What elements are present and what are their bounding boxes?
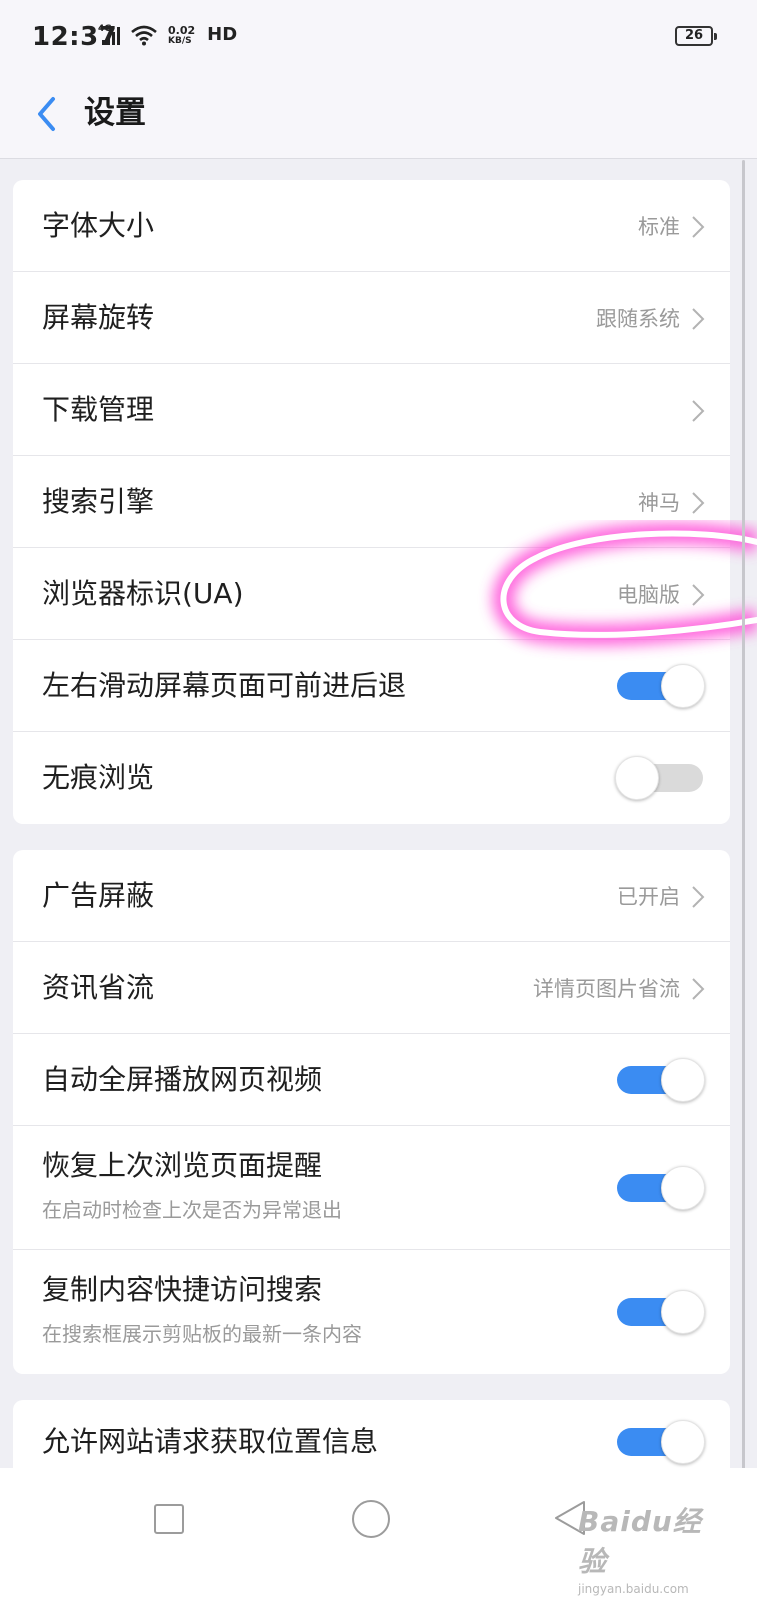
chevron-right-icon (692, 886, 705, 908)
toggle-knob (661, 1420, 705, 1464)
chevron-left-icon (38, 97, 55, 131)
chevron-right-icon (692, 492, 705, 514)
setting-row-clipboard-quick-search: 复制内容快捷访问搜索 在搜索框展示剪贴板的最新一条内容 (13, 1250, 730, 1374)
setting-description: 在启动时检查上次是否为异常退出 (42, 1198, 342, 1222)
location-permission-toggle[interactable] (615, 1420, 705, 1464)
recent-apps-button[interactable] (154, 1504, 184, 1534)
restore-session-toggle[interactable] (615, 1166, 705, 1210)
swipe-navigation-toggle[interactable] (615, 664, 705, 708)
toggle-knob (661, 1166, 705, 1210)
clipboard-search-toggle[interactable] (615, 1290, 705, 1334)
setting-row-download-manager[interactable]: 下载管理 (13, 364, 730, 456)
toggle-knob (661, 664, 705, 708)
setting-label: 复制内容快捷访问搜索 (42, 1273, 323, 1306)
chevron-right-icon (692, 308, 705, 330)
wifi-icon (131, 25, 157, 46)
setting-row-search-engine[interactable]: 搜索引擎 神马 (13, 456, 730, 548)
baidu-jingyan-watermark: Baidu经验 jingyan.baidu.com (578, 1500, 728, 1596)
watermark-brand: Baidu经验 (578, 1505, 702, 1578)
home-button[interactable] (352, 1500, 390, 1538)
setting-row-incognito: 无痕浏览 (13, 732, 730, 824)
setting-description: 在搜索框展示剪贴板的最新一条内容 (42, 1322, 362, 1346)
setting-label: 无痕浏览 (42, 761, 155, 794)
status-bar: 12:37 4G 0.02 KB/S HD 26 (0, 0, 757, 78)
incognito-toggle[interactable] (615, 756, 705, 800)
network-speed: 0.02 KB/S (168, 24, 196, 46)
hd-badge: HD (207, 24, 238, 45)
watermark-url: jingyan.baidu.com (578, 1582, 689, 1596)
setting-label: 浏览器标识(UA) (42, 577, 244, 610)
toggle-knob (661, 1290, 705, 1334)
setting-value: 神马 (638, 491, 680, 515)
setting-label: 屏幕旋转 (42, 301, 155, 334)
setting-value: 电脑版 (617, 583, 680, 607)
setting-value: 跟随系统 (596, 307, 680, 331)
setting-label: 左右滑动屏幕页面可前进后退 (42, 669, 407, 702)
scrollbar[interactable] (742, 160, 745, 1480)
settings-group-content: 广告屏蔽 已开启 资讯省流 详情页图片省流 自动全屏播放网页视频 恢复上次浏览页… (13, 850, 730, 1374)
setting-value: 标准 (638, 215, 680, 239)
toggle-knob (615, 756, 659, 800)
setting-label: 广告屏蔽 (42, 879, 155, 912)
battery-icon: 26 (675, 26, 717, 46)
setting-row-ad-block[interactable]: 广告屏蔽 已开启 (13, 850, 730, 942)
network-speed-value: 0.02 (168, 24, 196, 37)
status-icons: 4G 0.02 KB/S HD (98, 24, 237, 46)
cellular-signal-icon: 4G (98, 24, 122, 46)
setting-row-data-saving[interactable]: 资讯省流 详情页图片省流 (13, 942, 730, 1034)
network-speed-unit: KB/S (168, 36, 192, 46)
chevron-right-icon (692, 584, 705, 606)
chevron-right-icon (692, 978, 705, 1000)
setting-row-restore-session-reminder: 恢复上次浏览页面提醒 在启动时检查上次是否为异常退出 (13, 1126, 730, 1250)
toggle-knob (661, 1058, 705, 1102)
setting-label: 下载管理 (42, 393, 155, 426)
setting-label: 自动全屏播放网页视频 (42, 1063, 323, 1096)
chevron-right-icon (692, 400, 705, 422)
autoplay-video-toggle[interactable] (615, 1058, 705, 1102)
back-button[interactable] (24, 86, 68, 142)
setting-value: 详情页图片省流 (533, 977, 680, 1001)
settings-group-general: 字体大小 标准 屏幕旋转 跟随系统 下载管理 搜索引擎 神马 浏览器标识(UA)… (13, 180, 730, 824)
setting-row-autoplay-fullscreen-video: 自动全屏播放网页视频 (13, 1034, 730, 1126)
setting-label: 搜索引擎 (42, 485, 155, 518)
setting-label: 恢复上次浏览页面提醒 (42, 1149, 323, 1182)
setting-label: 允许网站请求获取位置信息 (42, 1425, 379, 1458)
setting-value: 已开启 (617, 885, 680, 909)
setting-row-font-size[interactable]: 字体大小 标准 (13, 180, 730, 272)
setting-row-user-agent[interactable]: 浏览器标识(UA) 电脑版 (13, 548, 730, 640)
setting-label: 资讯省流 (42, 971, 155, 1004)
setting-row-screen-rotation[interactable]: 屏幕旋转 跟随系统 (13, 272, 730, 364)
setting-label: 字体大小 (42, 209, 155, 242)
title-bar: 设置 (0, 78, 757, 159)
chevron-right-icon (692, 216, 705, 238)
setting-row-swipe-navigation: 左右滑动屏幕页面可前进后退 (13, 640, 730, 732)
page-title: 设置 (84, 95, 146, 131)
